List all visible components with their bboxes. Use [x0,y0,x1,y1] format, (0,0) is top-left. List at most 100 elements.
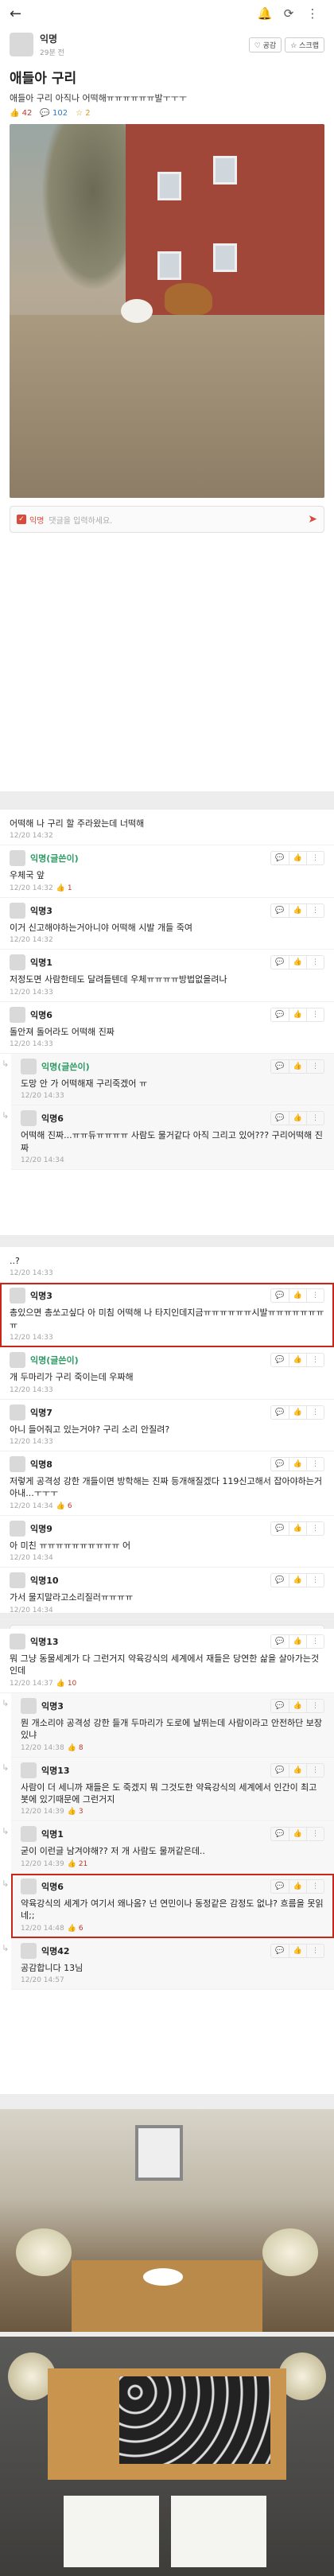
comment-actions: 💬 👍 ⋮ [270,1111,324,1126]
more-icon[interactable]: ⋮ [306,1521,324,1535]
comment-text: 가서 물지말라고소리질러ㅠㅠㅠㅠ [10,1592,134,1603]
reply-icon[interactable]: 💬 [271,1945,289,1957]
reply-icon[interactable]: 💬 [271,1700,289,1712]
more-icon[interactable]: ⋮ [306,1699,324,1712]
more-icon[interactable]: ⋮ [306,903,324,917]
comment-time: 12/20 14:33 [10,1334,53,1342]
thumb-icon[interactable]: 👍 [289,1763,306,1777]
thumb-icon[interactable]: 👍 [289,1008,306,1021]
empathy-button[interactable]: ♡ 공감 [248,37,282,52]
thumb-icon: 👍 [10,109,20,118]
more-icon[interactable]: ⋮ [306,1944,324,1957]
reply-comment: 익명3💬👍⋮뭔 개소리야 공격성 강한 들개 두마리가 도로에 날뛰는데 사람이… [2,1692,334,1758]
thumb-icon[interactable]: 👍 [289,903,306,917]
comment: 익명7 💬 👍 ⋮ 아니 들어줘고 있는거야? 구리 소리 안질려? 12/20 14:3… [0,1400,334,1451]
comment-actions: 💬 👍 ⋮ [270,1405,324,1420]
bell-icon[interactable]: 🔔 [253,6,277,21]
more-icon[interactable]: ⋮ [301,6,324,21]
thumb-icon[interactable]: 👍 [289,1574,306,1587]
more-icon[interactable]: ⋮ [306,1828,324,1841]
comment-time: 12/20 14:33 [10,1039,53,1048]
thumb-icon[interactable]: 👍 [289,956,306,969]
more-icon[interactable]: ⋮ [306,1354,324,1367]
refresh-icon[interactable]: ⟳ [277,6,301,21]
reply-icon[interactable]: 💬 [271,956,289,969]
comment-time: 12/20 14:32 [10,936,53,945]
comment-actions: 💬 👍 ⋮ [270,1288,324,1304]
comment-time: 12/20 14:39 [21,1808,64,1816]
comment: 익명1 💬 👍 ⋮ 저정도면 사람한테도 달려들텐데 우체ㅠㅠㅠㅠ방법없을려나 12/20… [0,950,334,1002]
comment-actions: 💬 👍 ⋮ [270,851,324,866]
reply-icon[interactable]: 💬 [271,1635,289,1648]
thumb-icon[interactable]: 👍 [289,1405,306,1419]
reply-icon[interactable]: 💬 [271,1008,289,1021]
thumb-icon[interactable]: 👍 [289,1354,306,1367]
comment-like-count: 👍 3 [67,1808,84,1816]
reply-icon[interactable]: 💬 [271,1289,289,1302]
more-icon[interactable]: ⋮ [306,1457,324,1471]
thumb-icon[interactable]: 👍 [289,1059,306,1073]
thumb-icon[interactable]: 👍 [289,1112,306,1125]
reply-icon[interactable]: 💬 [271,1764,289,1777]
post-header: 익명 29분 전 ♡ 공감 ☆ 스크랩 [0,27,334,62]
thumb-icon[interactable]: 👍 [289,1521,306,1535]
more-icon[interactable]: ⋮ [306,1635,324,1648]
thumb-icon[interactable]: 👍 [289,1635,306,1648]
thumb-icon: 👍 [67,1924,79,1933]
reply-icon[interactable]: 💬 [271,1522,289,1535]
more-icon[interactable]: ⋮ [306,1112,324,1125]
more-icon[interactable]: ⋮ [306,1574,324,1587]
comments-panel-1: 어떡해 나 구리 할 주라왔는데 너떡해 12/20 14:32 익명(글쓴이)… [0,810,334,1235]
more-icon[interactable]: ⋮ [306,956,324,969]
more-icon[interactable]: ⋮ [306,1763,324,1777]
more-icon[interactable]: ⋮ [306,1289,324,1303]
reply-comment: 익명1💬👍⋮굳이 이런글 남겨야해?? 저 개 사람도 물꺼같은데..12/20… [2,1821,334,1874]
memorial-photo-2 [0,2337,334,2576]
reply-icon[interactable]: 💬 [271,1574,289,1587]
reply-icon[interactable]: 💬 [271,1406,289,1419]
more-icon[interactable]: ⋮ [306,1405,324,1419]
comment: 익명13 💬 👍 ⋮ 뭐 그냥 동물세계가 다 그런거지 약육강식의 세계에서 재들… [0,1629,334,1693]
comment: 익명3 💬 👍 ⋮ 이거 신고해야하는거아니야 어떡해 시발 개들 죽여 12/20 14… [0,898,334,950]
scrap-button[interactable]: ☆ 스크랩 [285,37,324,52]
more-icon[interactable]: ⋮ [306,1008,324,1021]
reply-icon[interactable]: 💬 [271,1354,289,1366]
reply-icon[interactable]: 💬 [271,1060,289,1073]
thumb-icon[interactable]: 👍 [289,1944,306,1957]
avatar [21,1878,37,1894]
thumb-icon[interactable]: 👍 [289,1699,306,1712]
more-icon[interactable]: ⋮ [306,852,324,865]
reply-icon[interactable]: 💬 [271,1112,289,1125]
send-icon[interactable]: ➤ [308,513,317,526]
reply-icon[interactable]: 💬 [271,852,289,864]
reply-icon[interactable]: 💬 [271,1458,289,1471]
thumb-icon[interactable]: 👍 [289,1457,306,1471]
comment-like-count: 👍 8 [67,1743,84,1752]
comment-author: 익명10 [30,1576,59,1587]
thumb-icon[interactable]: 👍 [289,1828,306,1841]
comment-actions: 💬 👍 ⋮ [270,1007,324,1022]
post-photo [10,124,324,498]
comment: 익명3 💬 👍 ⋮ 총있으면 총쏘고싶다 아 미침 어떡해 나 타지인데지금ㅠㅠㅠㅠㅠㅠ… [0,1283,334,1348]
anonymous-checkbox[interactable]: ✓ [17,515,26,524]
reply-icon[interactable]: 💬 [271,1880,289,1893]
reply-comment: 익명6💬👍⋮약육강식의 세계가 여기서 왜나옴? 넌 연민이나 동정같은 감정도… [2,1873,334,1938]
arrow-left-icon[interactable]: ← [10,6,33,22]
comment-list: 익명3 💬 👍 ⋮ 총있으면 총쏘고싶다 아 미침 어떡해 나 타지인데지금ㅠㅠㅠㅠㅠㅠ… [0,1283,334,1620]
comment-input-bar[interactable]: ✓ 익명 댓글을 입력하세요. ➤ [10,506,324,533]
top-bar: ← 🔔 ⟳ ⋮ [0,0,334,27]
thumb-icon[interactable]: 👍 [289,1289,306,1303]
thumb-icon[interactable]: 👍 [289,1879,306,1893]
post-title: 애들아 구리 [10,71,77,87]
comment-author: 익명3 [30,905,52,916]
comment-like-count: 👍 21 [67,1859,88,1868]
more-icon[interactable]: ⋮ [306,1059,324,1073]
more-icon[interactable]: ⋮ [306,1879,324,1893]
comment-time: 12/20 14:34 [10,1502,53,1510]
reply-icon[interactable]: 💬 [271,1828,289,1840]
thumb-icon[interactable]: 👍 [289,852,306,865]
reply-icon[interactable]: 💬 [271,904,289,917]
comment-input[interactable]: 댓글을 입력하세요. [49,514,308,526]
comment-meta: 12/20 14:33 [21,1092,324,1100]
comment-text: 공감합니다 13님 [21,1962,84,1973]
